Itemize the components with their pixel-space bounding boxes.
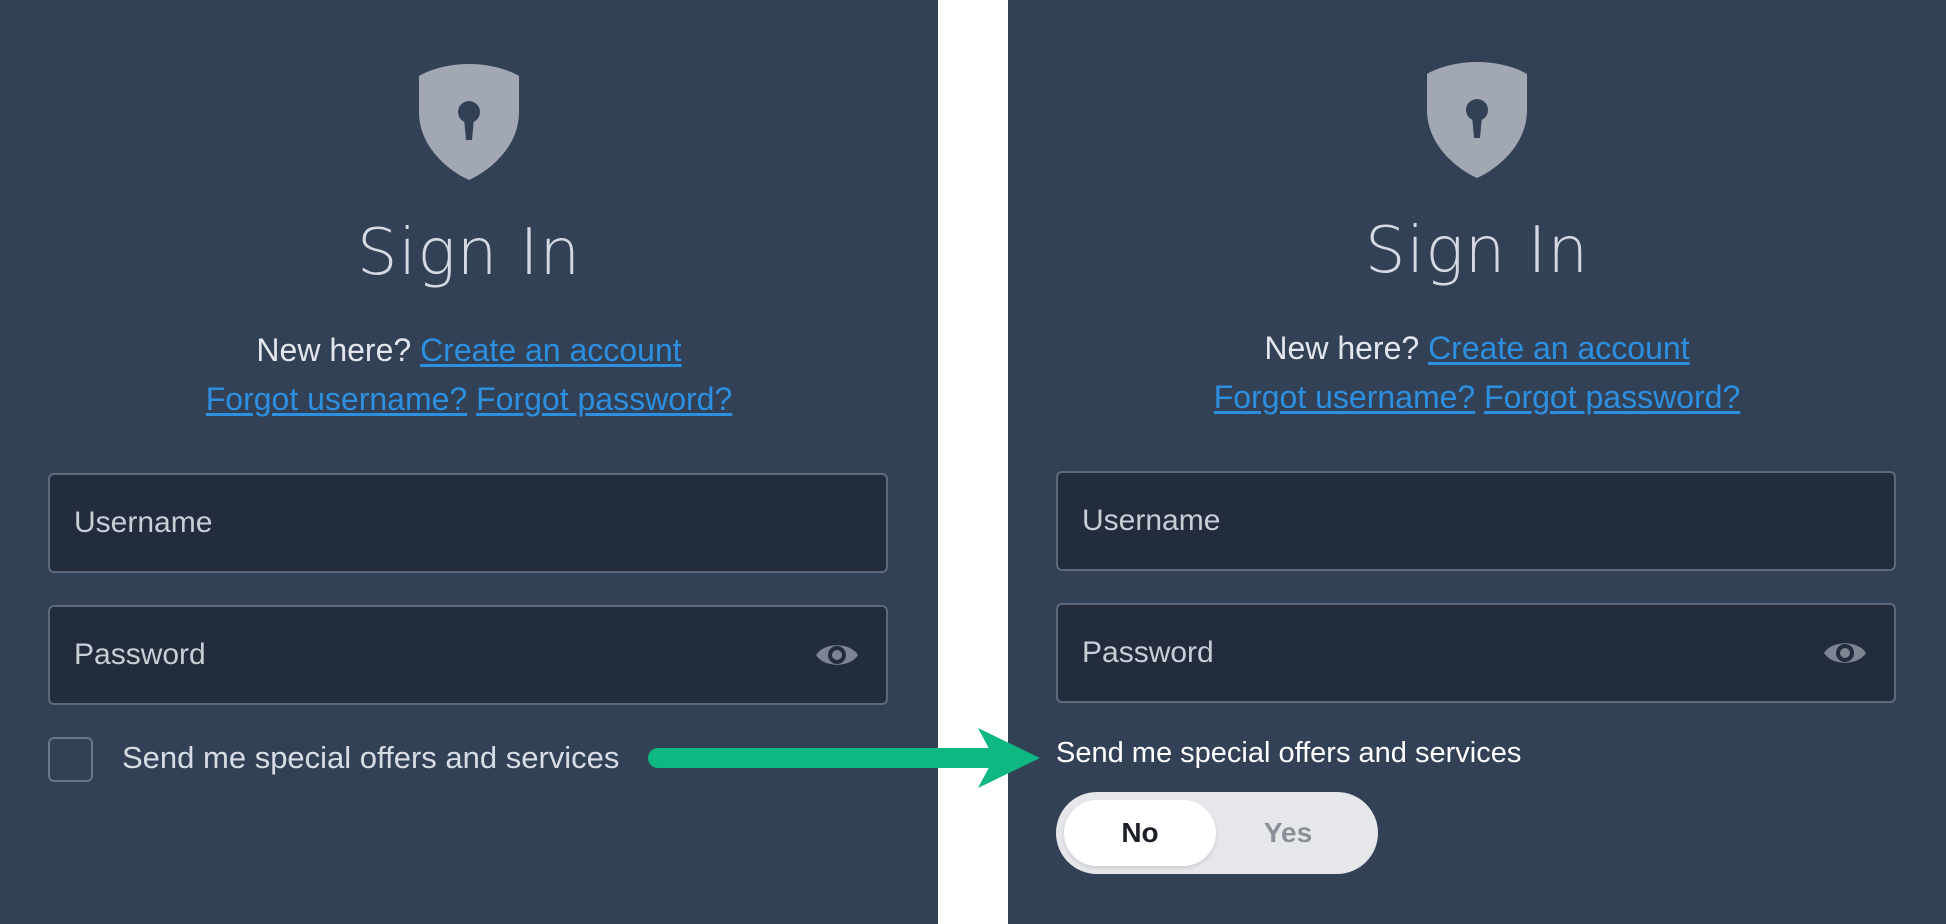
forgot-links: Forgot username? Forgot password? xyxy=(1008,379,1946,416)
password-field[interactable] xyxy=(1056,603,1896,703)
forgot-username-link[interactable]: Forgot username? xyxy=(206,381,467,417)
toggle-option-yes[interactable]: Yes xyxy=(1212,800,1364,866)
page-title: Sign In xyxy=(356,216,582,290)
page-title: Sign In xyxy=(1364,214,1590,288)
arrow-right-icon xyxy=(648,728,1040,788)
new-here-text: New here? xyxy=(1264,330,1420,366)
forgot-links: Forgot username? Forgot password? xyxy=(0,381,938,418)
shield-keyhole-icon xyxy=(1427,62,1527,178)
username-field[interactable] xyxy=(1056,471,1896,571)
toggle-option-no[interactable]: No xyxy=(1064,800,1216,866)
password-field[interactable] xyxy=(48,605,888,705)
eye-icon[interactable] xyxy=(814,638,860,672)
new-here-line: New here? Create an account xyxy=(0,332,938,369)
offers-toggle[interactable]: No Yes xyxy=(1056,792,1378,874)
shield-keyhole-icon xyxy=(419,64,519,180)
offers-checkbox[interactable] xyxy=(48,737,93,782)
username-input[interactable] xyxy=(1082,473,1842,569)
forgot-username-link[interactable]: Forgot username? xyxy=(1214,379,1475,415)
new-here-text: New here? xyxy=(256,332,412,368)
username-input[interactable] xyxy=(74,475,834,571)
new-here-line: New here? Create an account xyxy=(1008,330,1946,367)
offers-label: Send me special offers and services xyxy=(1056,737,1522,769)
username-field[interactable] xyxy=(48,473,888,573)
eye-icon[interactable] xyxy=(1822,636,1868,670)
create-account-link[interactable]: Create an account xyxy=(1428,330,1690,366)
offers-label: Send me special offers and services xyxy=(122,740,620,775)
forgot-password-link[interactable]: Forgot password? xyxy=(1484,379,1740,415)
password-input[interactable] xyxy=(1082,605,1842,701)
forgot-password-link[interactable]: Forgot password? xyxy=(476,381,732,417)
signin-panel-toggle-version: Sign In New here? Create an account Forg… xyxy=(1008,0,1946,924)
create-account-link[interactable]: Create an account xyxy=(420,332,682,368)
password-input[interactable] xyxy=(74,607,834,703)
